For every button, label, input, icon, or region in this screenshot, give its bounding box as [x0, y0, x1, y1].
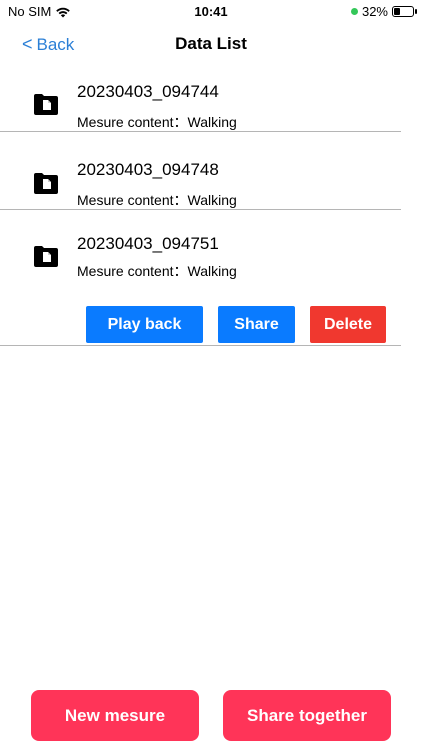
delete-button[interactable]: Delete [310, 306, 386, 343]
new-mesure-button[interactable]: New mesure [31, 690, 199, 741]
charging-dot [350, 8, 358, 15]
share-together-button[interactable]: Share together [223, 690, 391, 741]
share-button[interactable]: Share [218, 306, 295, 343]
item-subtitle: Mesure content：Walking [77, 192, 237, 208]
item-subtitle: Mesure content：Walking [77, 114, 237, 130]
folder-file-icon [34, 94, 58, 115]
item-title: 20230403_094744 [77, 82, 219, 101]
list-item[interactable]: 20230403_094748 Mesure content：Walking [0, 132, 422, 210]
nav-bar: < Back Data List [0, 26, 422, 62]
item-subtitle: Mesure content：Walking [77, 263, 237, 279]
folder-file-icon [34, 246, 58, 267]
battery-percent: 32% [361, 4, 388, 19]
item-title: 20230403_094748 [77, 160, 219, 179]
folder-file-icon [34, 173, 58, 194]
play-back-button[interactable]: Play back [86, 306, 203, 343]
item-title: 20230403_094751 [77, 234, 219, 253]
list-item[interactable]: 20230403_094744 Mesure content：Walking [0, 62, 422, 132]
list-item-expanded[interactable]: 20230403_094751 Mesure content：Walking P… [0, 210, 422, 346]
battery-fill [394, 8, 401, 15]
status-right: 32% [350, 4, 417, 19]
page-title: Data List [175, 34, 247, 53]
battery-icon [392, 6, 417, 17]
divider [0, 345, 401, 346]
status-bar: No SIM 10:41 32% [0, 0, 422, 24]
